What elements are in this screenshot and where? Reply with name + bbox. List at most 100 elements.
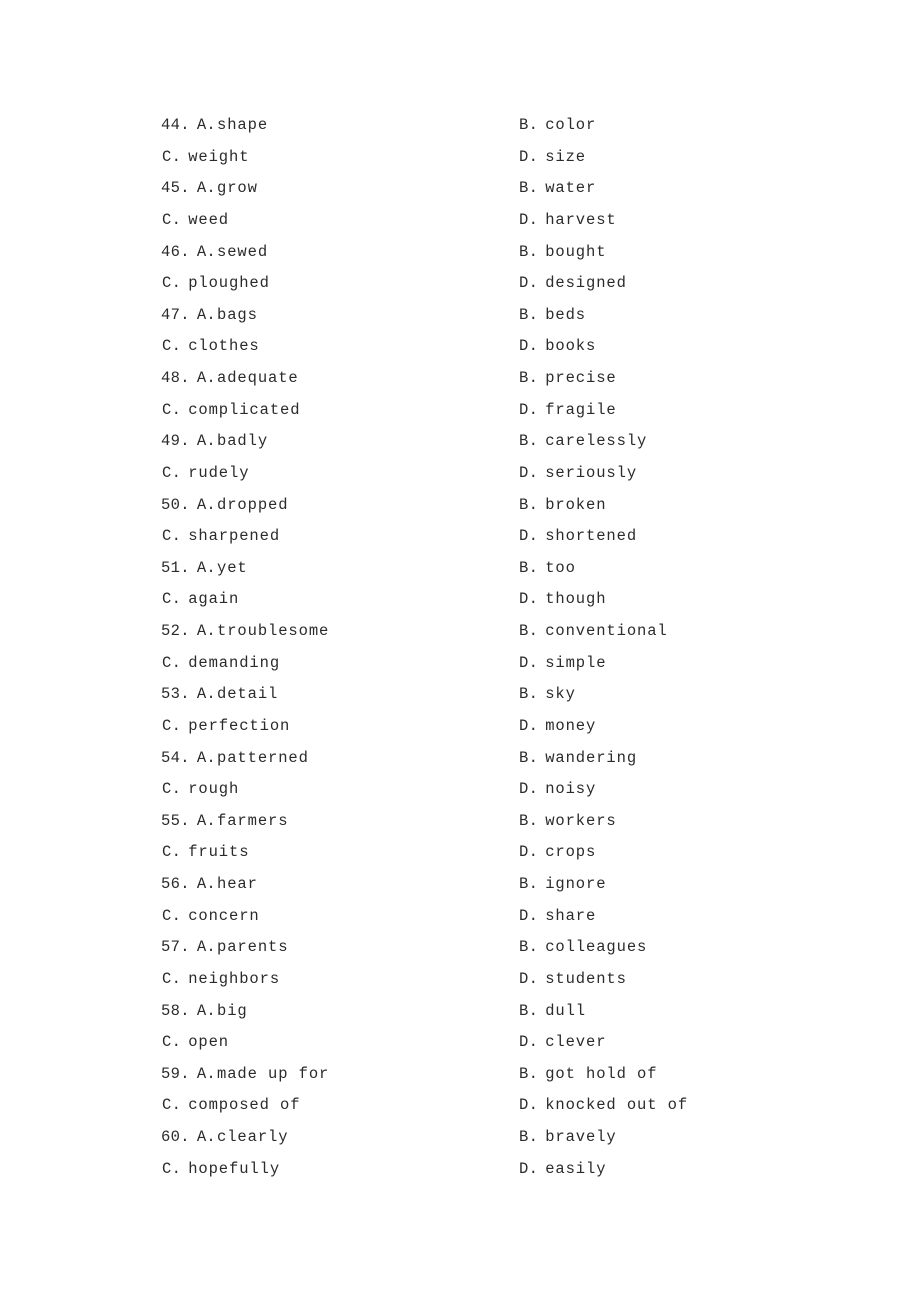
option-line-ab: 51. A.yet B. too [161,553,861,585]
option-c-cell[interactable]: C. demanding [162,648,280,680]
option-a-text: patterned [217,748,309,767]
option-c-cell[interactable]: C. sharpened [162,521,280,553]
option-b-cell[interactable]: B. bought [519,237,606,269]
option-c-label: C. [162,527,182,546]
option-a-cell[interactable]: 57. A.parents [161,932,288,964]
option-c-text: clothes [188,337,260,356]
option-c-text: neighbors [188,969,281,988]
question-number: 52. [161,622,190,640]
option-a-cell[interactable]: 51. A.yet [161,553,248,585]
option-c-cell[interactable]: C. perfection [162,711,290,743]
option-d-cell[interactable]: D. size [519,142,586,174]
option-d-cell[interactable]: D. though [519,584,606,616]
question-block: 52. A.troublesome B. conventional C. demandin… [161,616,861,679]
option-b-cell[interactable]: B. bravely [519,1122,617,1154]
option-b-cell[interactable]: B. broken [519,490,606,522]
option-c-cell[interactable]: C. again [162,584,239,616]
question-block: 51. A.yet B. too C. again D. though [161,553,861,616]
option-d-cell[interactable]: D. students [519,964,627,996]
option-a-cell[interactable]: 46. A.sewed [161,237,268,269]
option-c-cell[interactable]: C. ploughed [162,268,270,300]
option-d-cell[interactable]: D. share [519,901,596,933]
option-c-text: concern [188,906,260,925]
option-b-cell[interactable]: B. dull [519,996,586,1028]
option-line-ab: 52. A.troublesome B. conventional [161,616,861,648]
option-d-cell[interactable]: D. crops [519,837,596,869]
option-d-text: designed [545,274,627,293]
option-b-cell[interactable]: B. workers [519,806,617,838]
option-b-cell[interactable]: B. wandering [519,743,637,775]
option-b-cell[interactable]: B. colleagues [519,932,647,964]
option-b-cell[interactable]: B. color [519,110,596,142]
question-number: 46. [161,242,190,261]
option-a-label: A. [196,242,217,261]
option-c-cell[interactable]: C. fruits [162,837,249,869]
option-d-cell[interactable]: D. easily [519,1154,606,1186]
option-a-label: A. [196,622,217,640]
option-c-cell[interactable]: C. open [162,1027,229,1059]
option-a-cell[interactable]: 49. A.badly [161,426,268,458]
option-line-ab: 45. A.grow B. water [161,173,861,205]
question-block: 54. A.patterned B. wandering C. rough D. noisy [161,743,861,806]
option-a-cell[interactable]: 58. A.big [161,996,248,1028]
option-b-text: broken [545,495,607,514]
option-b-cell[interactable]: B. sky [519,679,576,711]
option-c-cell[interactable]: C. weed [162,205,229,237]
question-option-list: 44. A.shape B. color C. weight D. size 45. A.grow… [161,110,861,1185]
option-d-cell[interactable]: D. money [519,711,596,743]
option-a-cell[interactable]: 56. A.hear [161,869,258,901]
option-a-cell[interactable]: 45. A.grow [161,173,258,205]
option-c-cell[interactable]: C. composed of [162,1090,300,1122]
option-b-text: dull [545,1001,587,1020]
option-b-label: B. [519,305,539,324]
option-a-cell[interactable]: 47. A.bags [161,300,258,332]
option-c-cell[interactable]: C. complicated [162,395,300,427]
option-b-cell[interactable]: B. got hold of [519,1059,657,1091]
option-c-text: hopefully [188,1159,281,1178]
option-b-cell[interactable]: B. water [519,173,596,205]
option-c-cell[interactable]: C. neighbors [162,964,280,996]
option-d-cell[interactable]: D. clever [519,1027,606,1059]
option-a-cell[interactable]: 53. A.detail [161,679,278,711]
option-a-cell[interactable]: 44. A.shape [161,110,268,142]
option-b-cell[interactable]: B. carelessly [519,426,647,458]
option-d-cell[interactable]: D. harvest [519,205,617,237]
option-d-cell[interactable]: D. fragile [519,395,617,427]
option-d-cell[interactable]: D. noisy [519,774,596,806]
option-c-cell[interactable]: C. rudely [162,458,249,490]
question-number: 44. [161,116,190,134]
option-d-cell[interactable]: D. seriously [519,458,637,490]
option-c-cell[interactable]: C. hopefully [162,1154,280,1186]
option-d-cell[interactable]: D. shortened [519,521,637,553]
option-a-text: grow [217,179,258,198]
option-b-cell[interactable]: B. too [519,553,576,585]
option-b-text: conventional [545,622,668,640]
option-a-cell[interactable]: 52. A.troublesome [161,616,329,648]
option-d-text: clever [545,1033,607,1052]
option-a-cell[interactable]: 60. A.clearly [161,1122,288,1154]
option-b-cell[interactable]: B. precise [519,363,617,395]
question-number: 49. [161,432,190,451]
option-d-cell[interactable]: D. designed [519,268,627,300]
option-c-cell[interactable]: C. weight [162,142,249,174]
option-c-label: C. [162,210,182,229]
question-block: 57. A.parents B. colleagues C. neighbors D. stu… [161,932,861,995]
option-d-cell[interactable]: D. knocked out of [519,1090,688,1122]
option-b-cell[interactable]: B. conventional [519,616,668,648]
option-a-cell[interactable]: 55. A.farmers [161,806,288,838]
option-a-cell[interactable]: 54. A.patterned [161,743,309,775]
option-c-cell[interactable]: C. clothes [162,331,260,363]
option-c-text: weight [188,147,250,166]
option-a-cell[interactable]: 48. A.adequate [161,363,299,395]
question-block: 50. A.dropped B. broken C. sharpened D. shorten… [161,490,861,553]
option-line-ab: 50. A.dropped B. broken [161,490,861,522]
option-a-cell[interactable]: 59. A.made up for [161,1059,329,1091]
option-b-cell[interactable]: B. beds [519,300,586,332]
option-c-cell[interactable]: C. rough [162,774,239,806]
option-a-cell[interactable]: 50. A.dropped [161,490,288,522]
option-b-cell[interactable]: B. ignore [519,869,606,901]
option-c-cell[interactable]: C. concern [162,901,260,933]
option-d-cell[interactable]: D. simple [519,648,606,680]
option-d-label: D. [519,337,539,356]
option-d-cell[interactable]: D. books [519,331,596,363]
